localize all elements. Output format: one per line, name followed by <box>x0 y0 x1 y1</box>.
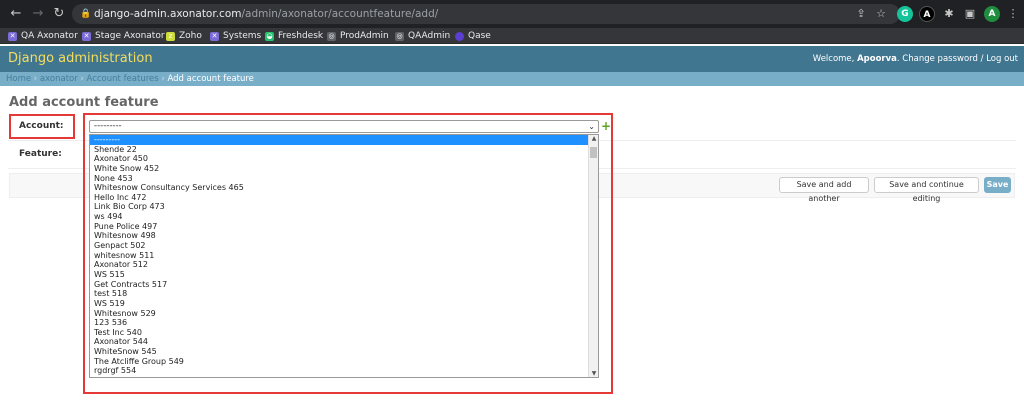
zoho-icon: z <box>166 31 175 41</box>
lock-icon: 🔒 <box>80 9 92 19</box>
breadcrumb-home[interactable]: Home <box>6 74 31 84</box>
welcome-text: Welcome, <box>812 54 858 64</box>
logout-link[interactable]: Log out <box>986 54 1018 64</box>
extension-a-icon[interactable]: A <box>919 6 935 22</box>
save-button[interactable]: Save <box>984 177 1011 193</box>
address-bar[interactable]: 🔒 django-admin.axonator.com/admin/axonat… <box>72 4 900 24</box>
forward-icon[interactable]: → <box>30 6 46 22</box>
grammarly-icon[interactable]: G <box>897 6 913 22</box>
dropdown-highlight <box>83 113 613 394</box>
site-title[interactable]: Django administration <box>8 51 153 66</box>
site-header: Django administration Welcome, Apoorva. … <box>0 46 1024 72</box>
globe-icon: ◎ <box>327 31 336 41</box>
star-icon[interactable]: ☆ <box>873 6 889 22</box>
qase-icon <box>455 31 464 41</box>
bookmarks-bar: ✕ QA Axonator ✕ Stage Axonator z Zoho ✕ Syst… <box>0 28 1024 44</box>
back-icon[interactable]: ← <box>8 6 24 22</box>
axonator-icon: ✕ <box>8 31 17 41</box>
change-password-link[interactable]: Change password <box>902 54 978 64</box>
side-panel-icon[interactable]: ▣ <box>962 6 978 22</box>
username: Apoorva <box>857 54 897 64</box>
menu-kebab-icon[interactable]: ⋮ <box>1005 6 1021 22</box>
breadcrumb: Home › axonator › Account features › Add… <box>0 72 1024 86</box>
breadcrumb-current: Add account feature <box>167 74 254 84</box>
bookmark-prodadmin[interactable]: ◎ ProdAdmin <box>327 29 389 43</box>
bookmark-qaadmin[interactable]: ◎ QAAdmin <box>395 29 450 43</box>
axonator-icon: ✕ <box>210 31 219 41</box>
profile-avatar[interactable]: A <box>984 6 1000 22</box>
axonator-icon: ✕ <box>82 31 91 41</box>
page-title: Add account feature <box>9 95 159 110</box>
globe-icon: ◎ <box>395 31 404 41</box>
account-label-highlight <box>9 114 75 139</box>
bookmark-freshdesk[interactable]: ◒ Freshdesk <box>265 29 323 43</box>
url-path: /admin/axonator/accountfeature/add/ <box>241 8 439 20</box>
breadcrumb-model[interactable]: Account features <box>87 74 159 84</box>
feature-label: Feature: <box>19 149 62 159</box>
bookmark-zoho[interactable]: z Zoho <box>166 29 202 43</box>
reload-icon[interactable]: ↻ <box>51 6 67 22</box>
bookmark-stage-axonator[interactable]: ✕ Stage Axonator <box>82 29 165 43</box>
breadcrumb-app[interactable]: axonator <box>40 74 78 84</box>
url-host: django-admin.axonator.com <box>94 8 242 20</box>
extensions-puzzle-icon[interactable]: ✱ <box>941 6 957 22</box>
share-icon[interactable]: ⇪ <box>853 6 869 22</box>
bookmark-systems[interactable]: ✕ Systems <box>210 29 261 43</box>
bookmark-qa-axonator[interactable]: ✕ QA Axonator <box>8 29 78 43</box>
freshdesk-icon: ◒ <box>265 31 274 41</box>
user-tools: Welcome, Apoorva. Change password / Log … <box>812 54 1018 64</box>
browser-toolbar: ← → ↻ 🔒 django-admin.axonator.com/admin/… <box>0 0 1024 28</box>
save-and-continue-button[interactable]: Save and continue editing <box>874 177 979 203</box>
bookmark-qase[interactable]: Qase <box>455 29 491 43</box>
save-and-add-another-button[interactable]: Save and add another <box>779 177 869 203</box>
